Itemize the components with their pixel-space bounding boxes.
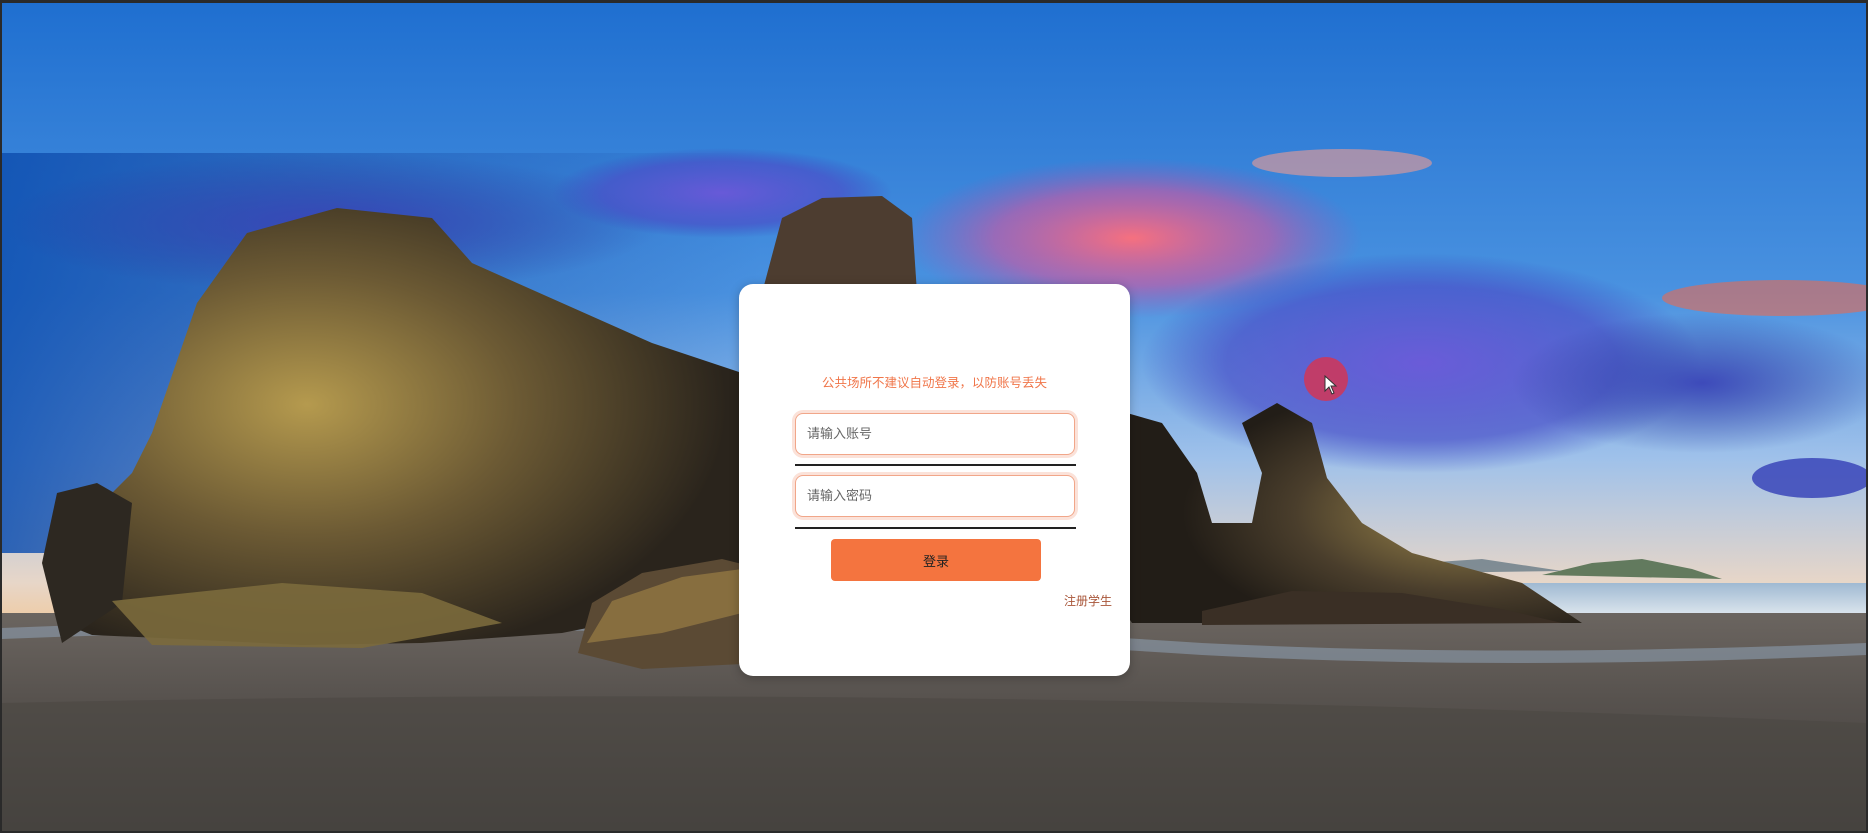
register-student-link[interactable]: 注册学生 [1064, 592, 1112, 609]
browser-viewport: 公共场所不建议自动登录，以防账号丢失 登录 注册学生 [2, 3, 1866, 831]
password-input[interactable] [795, 475, 1075, 517]
security-notice: 公共场所不建议自动登录，以防账号丢失 [821, 375, 1047, 390]
cursor-arrow-icon [1324, 375, 1338, 395]
password-underline [795, 527, 1076, 529]
login-button[interactable]: 登录 [831, 539, 1041, 581]
login-card: 公共场所不建议自动登录，以防账号丢失 登录 注册学生 [739, 284, 1130, 676]
username-input[interactable] [795, 413, 1075, 455]
username-underline [795, 464, 1076, 466]
